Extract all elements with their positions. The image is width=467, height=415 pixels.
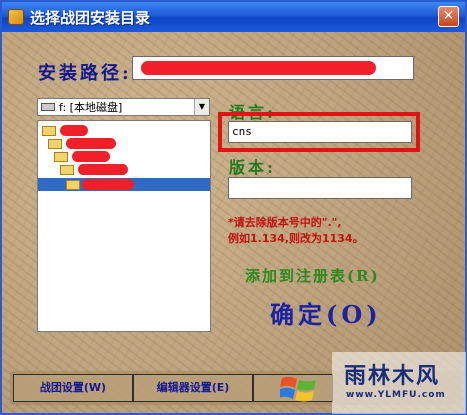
watermark-url: www.YLMFU.com (346, 390, 446, 400)
tree-item[interactable] (38, 163, 210, 176)
directory-tree[interactable] (37, 120, 211, 332)
folder-open-icon (60, 165, 74, 175)
redaction-mark (82, 179, 134, 190)
redaction-mark (66, 138, 116, 149)
drive-select-value: f: [本地磁盘] (59, 101, 123, 114)
window-title: 选择战团安装目录 (30, 8, 151, 27)
editor-settings-button[interactable]: 编辑器设置(E) (133, 374, 253, 402)
redaction-mark (141, 61, 376, 75)
tree-item[interactable] (38, 124, 210, 137)
tree-item-selected[interactable] (38, 178, 210, 191)
version-input[interactable] (228, 177, 412, 199)
install-path-label: 安装路径: (38, 63, 132, 84)
tree-item[interactable] (38, 137, 210, 150)
windows-logo-icon (280, 376, 316, 402)
version-note: *请去除版本号中的".", 例如1.134,则改为1134。 (228, 215, 428, 247)
close-button[interactable]: ✕ (438, 6, 459, 27)
drive-select[interactable]: f: [本地磁盘] ▼ (37, 98, 210, 116)
folder-open-icon (66, 180, 80, 190)
folder-open-icon (42, 126, 56, 136)
folder-open-icon (48, 139, 62, 149)
version-label: 版本: (229, 158, 276, 177)
redaction-mark (72, 151, 110, 162)
chevron-down-icon[interactable]: ▼ (194, 99, 209, 115)
version-note-line1: *请去除版本号中的".", (228, 216, 342, 229)
watermark: 雨林木风 www.YLMFU.com (332, 352, 466, 414)
watermark-title: 雨林木风 (344, 364, 441, 389)
redaction-mark (60, 125, 88, 136)
troop-settings-button[interactable]: 战团设置(W) (13, 374, 133, 402)
drive-icon (41, 103, 55, 111)
install-dir-dialog: 选择战团安装目录 ✕ 安装路径: f: [本地磁盘] ▼ 语言: cns 版本:… (0, 0, 467, 415)
ok-button[interactable]: 确定(O) (270, 295, 382, 330)
redaction-mark (78, 164, 128, 175)
language-input[interactable]: cns (228, 121, 412, 143)
folder-open-icon (54, 152, 68, 162)
install-path-input[interactable] (132, 56, 414, 80)
app-icon (8, 9, 24, 25)
title-bar[interactable]: 选择战团安装目录 ✕ (2, 2, 465, 32)
add-to-registry-button[interactable]: 添加到注册表(R) (245, 265, 380, 286)
version-note-line2: 例如1.134,则改为1134。 (228, 232, 364, 245)
tree-item[interactable] (38, 150, 210, 163)
